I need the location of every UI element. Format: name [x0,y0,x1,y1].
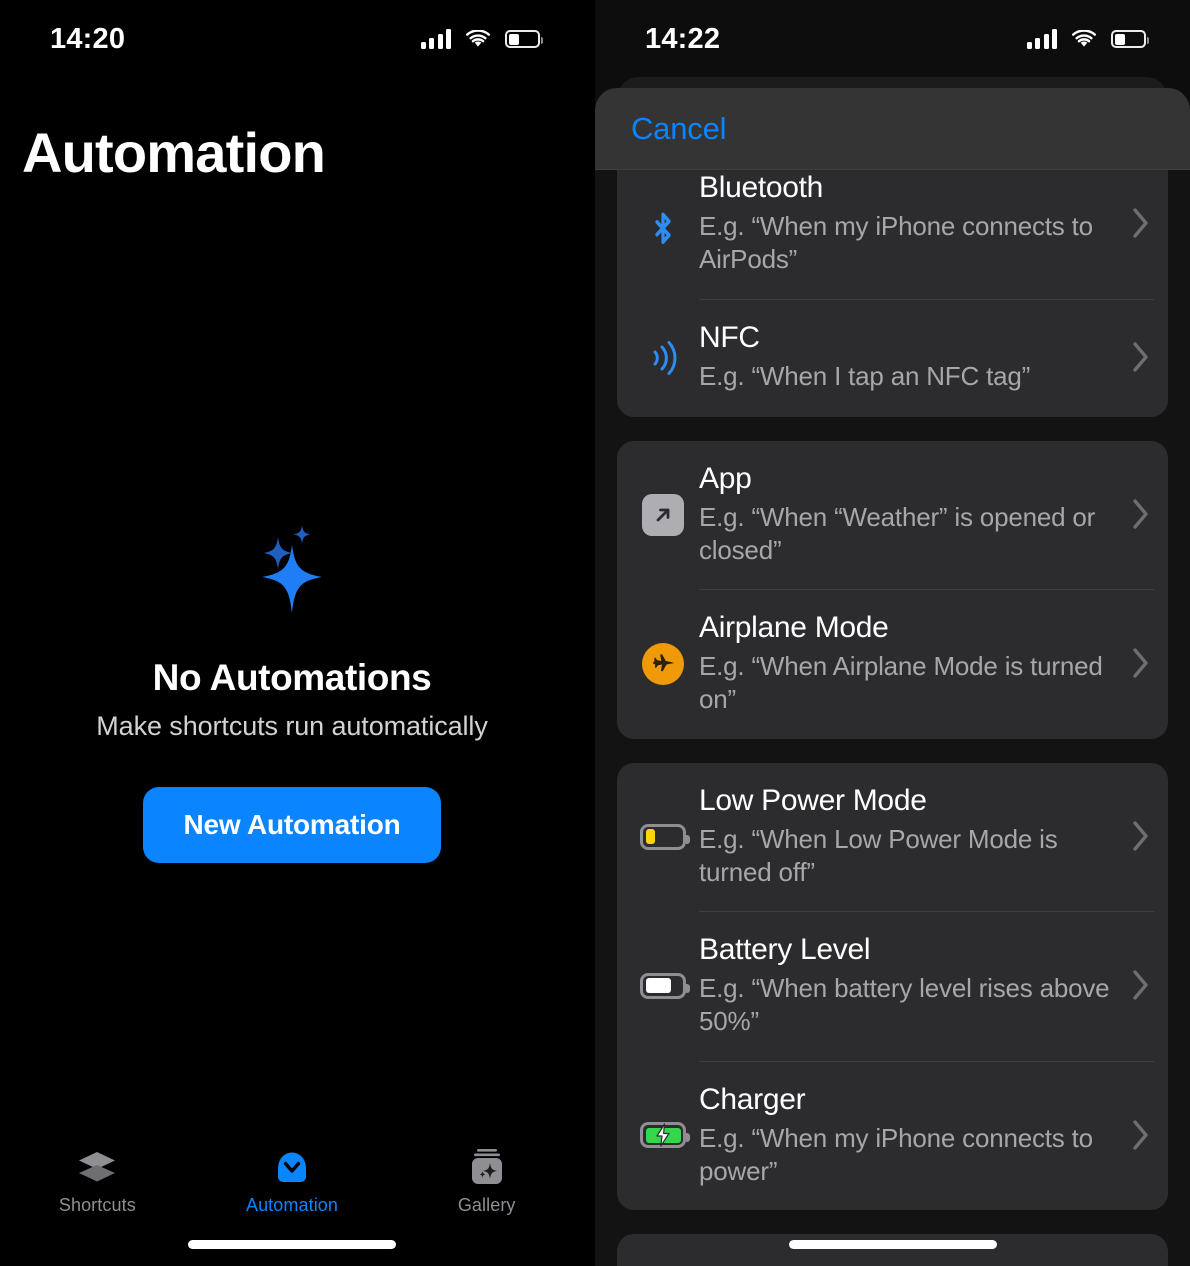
list-item-title: Airplane Mode [699,611,889,645]
automation-icon [269,1146,315,1188]
trigger-list-scroll-area[interactable]: Bluetooth E.g. “When my iPhone connects … [595,170,1190,1266]
bluetooth-icon [627,201,699,247]
trigger-group-settings: App E.g. “When “Weather” is opened or cl… [617,440,1168,739]
list-item-airplane-mode[interactable]: Airplane Mode E.g. “When Airplane Mode i… [617,589,1168,739]
screen-divider [584,0,595,1266]
airplane-circle [642,642,684,685]
chevron-right-icon [1128,497,1154,531]
battery-icon [505,30,543,48]
new-automation-sheet: Cancel Bluetooth E.g. “When my iPhone co… [595,88,1190,1266]
list-item-bluetooth[interactable]: Bluetooth E.g. “When my iPhone connects … [617,170,1168,299]
battery-low-shape [640,823,690,850]
list-item-charger[interactable]: Charger E.g. “When my iPhone connects to… [617,1060,1168,1211]
trigger-group-connectivity: Bluetooth E.g. “When my iPhone connects … [617,170,1168,417]
list-item-subtitle: E.g. “When Low Power Mode is turned off” [699,823,1058,887]
tab-label-automation: Automation [245,1195,339,1215]
tab-shortcuts[interactable]: Shortcuts [0,1146,195,1216]
chevron-right-icon [1128,819,1154,853]
nfc-icon [627,336,699,380]
empty-state: No Automations Make shortcuts run automa… [0,515,584,863]
new-automation-button[interactable]: New Automation [143,787,441,863]
wifi-icon [1071,28,1097,49]
cellular-signal-icon [420,29,451,49]
empty-state-title: No Automations [152,657,432,698]
airplane-icon [627,642,699,685]
battery-low-icon [627,823,699,850]
right-phone-screen: 14:22 Cancel Bluetooth E.g. “When my iPh… [595,0,1190,1266]
dual-screenshot-container: 14:20 Automation No Automations Make sho… [0,0,1190,1266]
chevron-right-icon [1128,1118,1154,1152]
list-item-subtitle: E.g. “When I tap an NFC tag” [699,361,1031,392]
sparkles-icon [232,515,352,623]
list-item-subtitle: E.g. “When battery level rises above 50%… [699,973,1110,1037]
tab-label-gallery: Gallery [457,1195,516,1215]
trigger-group-next-partial [617,1234,1168,1266]
status-bar-indicators [1026,28,1149,49]
cancel-button[interactable]: Cancel [631,111,726,147]
chevron-right-icon [1128,968,1154,1002]
bolt-icon [656,1123,670,1148]
gallery-icon [464,1146,510,1188]
list-item-title: Charger [699,1082,806,1116]
list-item-title: NFC [699,321,760,355]
sheet-navigation-bar: Cancel [595,88,1190,170]
list-item-subtitle: E.g. “When Airplane Mode is turned on” [699,651,1103,715]
list-item-subtitle: E.g. “When “Weather” is opened or closed… [699,501,1096,565]
left-phone-screen: 14:20 Automation No Automations Make sho… [0,0,584,1266]
page-title: Automation [22,121,326,184]
list-item-app[interactable]: App E.g. “When “Weather” is opened or cl… [617,441,1168,590]
battery-level-shape [640,972,690,999]
home-indicator-left [188,1240,396,1249]
list-item-title: App [699,461,752,495]
empty-state-subtitle: Make shortcuts run automatically [96,711,488,741]
battery-icon [1111,30,1149,48]
status-bar-indicators [420,28,543,49]
list-item-low-power-mode[interactable]: Low Power Mode E.g. “When Low Power Mode… [617,763,1168,912]
nav-title-text: Automation [22,121,326,184]
status-bar-left: 14:20 [0,0,584,78]
list-item-title: Low Power Mode [699,783,927,817]
list-item-subtitle: E.g. “When my iPhone connects to AirPods… [699,211,1093,275]
status-bar-time: 14:20 [50,22,126,55]
battery-level-icon [627,972,699,999]
cellular-signal-icon [1026,29,1057,49]
chevron-right-icon [1128,340,1154,374]
wifi-icon [465,28,491,49]
layers-icon [74,1146,120,1188]
list-item-title: Battery Level [699,933,871,967]
status-bar-right: 14:22 [595,0,1190,78]
tab-label-shortcuts: Shortcuts [58,1195,136,1215]
app-launch-square [642,493,684,536]
chevron-right-icon [1128,206,1154,240]
battery-charging-shape [640,1122,690,1149]
list-item-nfc[interactable]: NFC E.g. “When I tap an NFC tag” [617,299,1168,417]
home-indicator-right [788,1240,997,1249]
status-bar-time: 14:22 [645,22,721,55]
app-launch-icon [627,493,699,536]
list-item-subtitle: E.g. “When my iPhone connects to power” [699,1122,1093,1186]
chevron-right-icon [1128,646,1154,680]
tab-gallery[interactable]: Gallery [389,1146,584,1216]
list-item-title: Bluetooth [699,171,824,204]
battery-charging-icon [627,1122,699,1149]
trigger-group-battery: Low Power Mode E.g. “When Low Power Mode… [617,762,1168,1211]
tab-automation[interactable]: Automation [195,1146,390,1216]
list-item-battery-level[interactable]: Battery Level E.g. “When battery level r… [617,911,1168,1061]
